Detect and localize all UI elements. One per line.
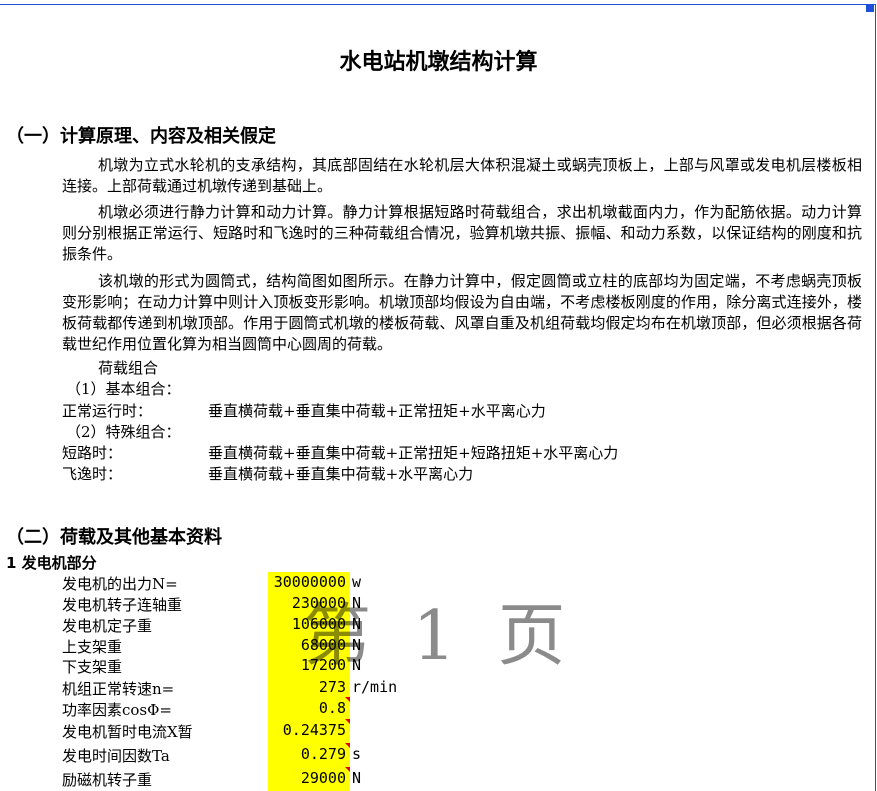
data-row-value[interactable]: 29000: [268, 769, 346, 787]
comment-indicator-icon[interactable]: [345, 767, 350, 772]
page-title: 水电站机墩结构计算: [339, 50, 538, 75]
data-row-unit: s: [352, 745, 362, 763]
runaway-label: 飞逸时：: [62, 465, 123, 483]
data-row-label: 发电时间因数Ta: [62, 747, 170, 765]
section-heading-loads: （二）荷载及其他基本资料: [6, 527, 222, 548]
short-circuit-label: 短路时：: [62, 444, 123, 462]
basic-combination-title: （1）基本组合：: [66, 380, 181, 398]
data-row-label: 发电机暂时电流X暂: [62, 723, 193, 741]
paragraph-1: 机墩为立式水轮机的支承结构，其底部固结在水轮机层大体积混凝土或蜗壳顶板上，上部与…: [62, 156, 862, 195]
data-row-unit: r/min: [352, 678, 398, 696]
data-row-value[interactable]: 0.279: [268, 745, 346, 763]
section-heading-principles: （一）计算原理、内容及相关假定: [6, 126, 276, 147]
data-row-label: 发电机定子重: [62, 617, 153, 635]
page-right-border: [875, 4, 876, 791]
generator-subheading: 1 发电机部分: [6, 554, 97, 572]
comment-indicator-icon[interactable]: [345, 719, 350, 724]
data-row-label: 机组正常转速n=: [62, 680, 175, 698]
data-row-label: 发电机转子连轴重: [62, 596, 183, 614]
runaway-formula: 垂直横荷载+垂直集中荷载+水平离心力: [208, 465, 474, 483]
short-circuit-formula: 垂直横荷载+垂直集中荷载+正常扭矩+短路扭矩+水平离心力: [208, 444, 619, 462]
page-top-border: [0, 4, 876, 5]
data-row-unit: N: [352, 769, 362, 787]
paragraph-3: 该机墩的形式为圆筒式，结构简图如图所示。在静力计算中，假定圆筒或立柱的底部均为固…: [62, 272, 862, 353]
special-combination-title: （2）特殊组合：: [66, 423, 181, 441]
comment-indicator-icon[interactable]: [345, 743, 350, 748]
data-row-value[interactable]: 0.24375: [268, 721, 346, 739]
comment-indicator-icon[interactable]: [345, 697, 350, 702]
normal-operation-formula: 垂直横荷载+垂直集中荷载+正常扭矩+水平离心力: [208, 402, 546, 420]
load-combination-title: 荷载组合: [98, 359, 159, 377]
data-row-label: 发电机的出力N=: [62, 575, 178, 593]
data-row-value[interactable]: 0.8: [268, 699, 346, 717]
data-row-label: 励磁机转子重: [62, 771, 153, 789]
data-row-value[interactable]: 273: [268, 678, 346, 696]
normal-operation-label: 正常运行时：: [62, 402, 153, 420]
data-row-label: 上支架重: [62, 638, 123, 656]
page-watermark: 第 1 页: [303, 597, 576, 676]
paragraph-2: 机墩必须进行静力计算和动力计算。静力计算根据短路时荷载组合，求出机墩截面内力，作…: [62, 203, 862, 263]
page-corner-marker: [866, 5, 874, 12]
data-row-label: 下支架重: [62, 658, 123, 676]
data-row-label: 功率因素cosΦ=: [62, 701, 172, 719]
